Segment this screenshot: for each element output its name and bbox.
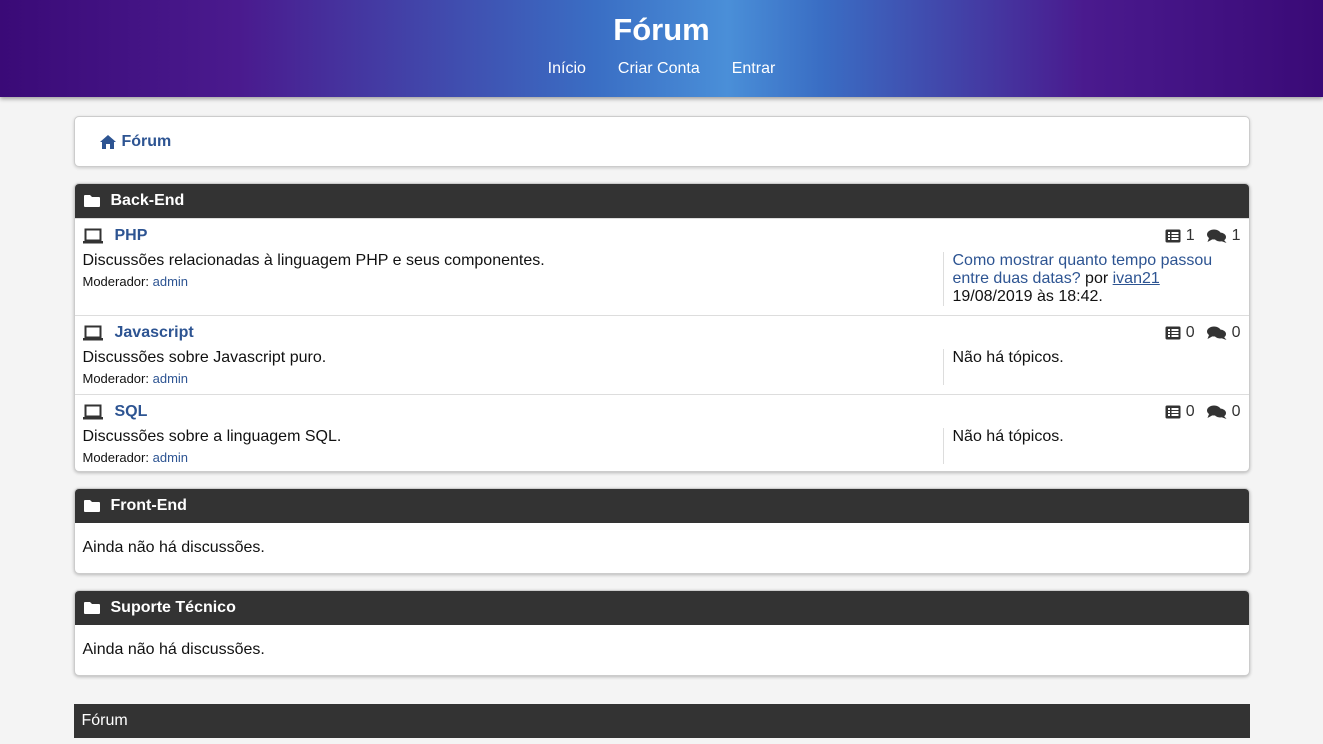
forum-stats: 0 0 <box>1165 403 1241 421</box>
posts-count: 0 <box>1231 403 1241 420</box>
moderator-info: Moderador: admin <box>83 371 943 386</box>
section-header: Front-End <box>74 489 1249 523</box>
last-user-link[interactable]: ivan21 <box>1113 270 1160 287</box>
forum-link-php[interactable]: PHP <box>115 227 148 245</box>
topics-list-icon <box>1165 326 1181 340</box>
forum-description: Discussões sobre Javascript puro. <box>82 349 327 366</box>
nav-entrar-link[interactable]: Entrar <box>732 60 776 78</box>
forum-description: Discussões relacionadas à linguagem PHP … <box>82 252 545 269</box>
moderator-link[interactable]: admin <box>153 371 188 386</box>
laptop-icon <box>82 404 103 420</box>
folder-icon <box>83 601 101 615</box>
comments-icon <box>1206 326 1227 340</box>
moderator-link[interactable]: admin <box>153 274 188 289</box>
main-nav: Início Criar Conta Entrar <box>0 60 1323 78</box>
moderator-info: Moderador: admin <box>83 450 943 465</box>
section-support: Suporte Técnico Ainda não há discussões. <box>73 590 1250 676</box>
topics-list-icon <box>1165 229 1181 243</box>
topics-list-icon <box>1165 405 1181 419</box>
breadcrumb-label: Fórum <box>121 132 172 150</box>
site-header: Fórum Início Criar Conta Entrar <box>0 0 1323 97</box>
topics-count: 1 <box>1185 227 1195 244</box>
section-header: Suporte Técnico <box>74 591 1249 625</box>
comments-icon <box>1206 229 1227 243</box>
moderator-link[interactable]: admin <box>153 450 188 465</box>
laptop-icon <box>82 325 103 341</box>
forum-row-php: PHP 1 1 Discussões relacionadas à lingua… <box>74 218 1249 315</box>
main-container: Fórum Back-End PHP 1 1 Discussões relaci… <box>73 116 1250 738</box>
moderator-label: Moderador: <box>82 450 149 465</box>
forum-link-javascript[interactable]: Javascript <box>115 324 194 342</box>
nav-criar-conta-link[interactable]: Criar Conta <box>618 60 700 78</box>
site-title: Fórum <box>613 12 710 47</box>
forum-link-sql[interactable]: SQL <box>115 403 148 421</box>
section-frontend: Front-End Ainda não há discussões. <box>73 488 1250 574</box>
section-title: Suporte Técnico <box>110 599 236 616</box>
folder-icon <box>83 499 101 513</box>
no-topics-text: Não há tópicos. <box>952 428 1064 445</box>
moderator-label: Moderador: <box>82 371 149 386</box>
forum-stats: 1 1 <box>1165 227 1241 245</box>
last-post-date: 19/08/2019 às 18:42. <box>952 288 1103 305</box>
no-topics-text: Não há tópicos. <box>952 349 1064 366</box>
forum-stats: 0 0 <box>1165 324 1241 342</box>
moderator-label: Moderador: <box>82 274 149 289</box>
home-icon <box>99 134 117 150</box>
section-header: Back-End <box>74 184 1249 218</box>
topics-count: 0 <box>1185 403 1195 420</box>
breadcrumb: Fórum <box>73 116 1250 167</box>
by-label: por <box>1085 270 1109 287</box>
forum-row-javascript: Javascript 0 0 Discussões sobre Javascri… <box>74 315 1249 394</box>
forum-description: Discussões sobre a linguagem SQL. <box>82 428 342 445</box>
last-topic-link[interactable]: Como mostrar quanto tempo passou entre d… <box>953 252 1213 287</box>
comments-icon <box>1206 405 1227 419</box>
topics-count: 0 <box>1185 324 1195 341</box>
forum-row-sql: SQL 0 0 Discussões sobre a linguagem SQL… <box>74 394 1249 471</box>
empty-message: Ainda não há discussões. <box>82 641 265 658</box>
laptop-icon <box>82 228 103 244</box>
last-post-info: Não há tópicos. <box>942 428 1241 464</box>
nav-inicio-link[interactable]: Início <box>548 60 586 78</box>
section-title: Front-End <box>110 497 187 514</box>
site-footer: Fórum <box>73 704 1250 738</box>
section-backend: Back-End PHP 1 1 Discussões relacionadas… <box>73 183 1250 472</box>
moderator-info: Moderador: admin <box>83 274 943 289</box>
empty-message: Ainda não há discussões. <box>82 539 265 556</box>
folder-icon <box>83 194 101 208</box>
footer-label: Fórum <box>81 712 128 729</box>
last-post-info: Como mostrar quanto tempo passou entre d… <box>942 252 1241 306</box>
section-title: Back-End <box>110 192 185 209</box>
posts-count: 0 <box>1231 324 1241 341</box>
breadcrumb-home-link[interactable]: Fórum <box>99 132 172 151</box>
posts-count: 1 <box>1231 227 1241 244</box>
last-post-info: Não há tópicos. <box>942 349 1241 385</box>
